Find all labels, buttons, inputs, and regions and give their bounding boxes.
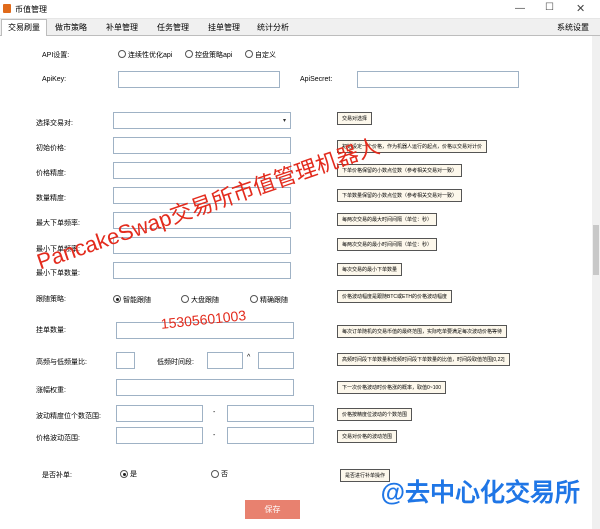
refill-label: 是否补单:: [42, 472, 72, 479]
api-option-label: 控盘策略api: [195, 52, 233, 59]
tab-trade-volume[interactable]: 交易刷量: [1, 19, 47, 36]
apisecret-input[interactable]: [357, 71, 519, 88]
close-icon[interactable]: ✕: [576, 2, 585, 15]
order-quantity-label: 挂单数量:: [36, 327, 66, 334]
low-interval-label: 低频时间段:: [157, 359, 194, 366]
range-separator: -: [213, 432, 216, 439]
field-tip: 高频时间段下单数量和低频时间段下单数量的比值，时间段取值范围[0,22]: [337, 353, 510, 366]
apikey-label: ApiKey:: [42, 76, 67, 83]
trading-pair-label: 选择交易对:: [36, 120, 73, 127]
api-option-label: 自定义: [255, 52, 276, 59]
title-bar: [0, 0, 600, 19]
field-tip: 每次交易的最小下单数量: [337, 263, 403, 276]
interval-start-input[interactable]: [207, 352, 243, 369]
chevron-down-icon: ▾: [282, 118, 286, 124]
maximize-icon[interactable]: ☐: [545, 2, 554, 13]
interval-end-input[interactable]: [258, 352, 294, 369]
refill-no-radio[interactable]: [211, 470, 219, 478]
initial-price-input[interactable]: [113, 137, 291, 154]
api-option-radio[interactable]: [245, 50, 253, 58]
refill-no-label: 否: [221, 471, 228, 478]
wave-range-min-input[interactable]: [116, 427, 203, 444]
tab-refill-management[interactable]: 补单管理: [101, 21, 143, 34]
price-precision-label: 价格精度:: [36, 170, 66, 177]
rise-weight-input[interactable]: [116, 379, 294, 396]
api-option-label: 连续性优化api: [128, 52, 173, 59]
tab-market-making[interactable]: 做市策略: [50, 21, 92, 34]
wave-digits-label: 波动精度位个数范围:: [36, 413, 101, 420]
strategy-radio-market[interactable]: [181, 295, 189, 303]
tab-system-settings[interactable]: 系统设置: [552, 21, 594, 34]
tab-task-management[interactable]: 任务管理: [152, 21, 194, 34]
ratio-input[interactable]: [116, 352, 135, 369]
trading-pair-select[interactable]: ▾: [113, 112, 291, 129]
field-tip: 下一次价格波动时价格涨的概率，取值0~100: [337, 381, 447, 394]
max-frequency-label: 最大下单频率:: [36, 220, 80, 227]
strategy-option-label: 精确跟随: [260, 297, 288, 304]
field-tip: 价格波动幅度是跟随BTC或ETH的价格波动幅度: [337, 290, 453, 303]
minimize-icon[interactable]: —: [515, 3, 525, 14]
wave-digits-max-input[interactable]: [227, 405, 314, 422]
field-tip: 下单数量保留的小数点位数（参考相关交易对一致）: [337, 189, 463, 202]
range-separator: -: [213, 409, 216, 416]
tab-order-management[interactable]: 挂单管理: [203, 21, 245, 34]
api-option-radio[interactable]: [185, 50, 193, 58]
min-quantity-input[interactable]: [113, 262, 291, 279]
tab-bar: 交易刷量 做市策略 补单管理 任务管理 挂单管理 统计分析 系统设置: [0, 19, 600, 36]
interval-separator: ^: [247, 354, 251, 361]
rise-weight-label: 涨幅权重:: [36, 387, 66, 394]
quantity-precision-label: 数量精度:: [36, 195, 66, 202]
wave-range-max-input[interactable]: [227, 427, 314, 444]
api-option-radio[interactable]: [118, 50, 126, 58]
field-tip: 交易对价格的波动范围: [337, 430, 398, 443]
api-settings-label: API设置:: [42, 52, 70, 59]
strategy-option-label: 智能跟随: [123, 297, 151, 304]
strategy-option-label: 大盘跟随: [191, 297, 219, 304]
scrollbar-thumb[interactable]: [593, 225, 599, 275]
apisecret-label: ApiSecret:: [300, 76, 333, 83]
window-title: 币值管理: [15, 5, 47, 14]
strategy-radio-smart[interactable]: [113, 295, 121, 303]
field-tip: 交易对选择: [337, 112, 373, 125]
app-icon: [3, 4, 11, 13]
initial-price-label: 初始价格:: [36, 145, 66, 152]
save-button[interactable]: 保存: [245, 500, 300, 519]
watermark-brand: @去中心化交易所: [380, 479, 580, 507]
field-tip: 价格按精度位波动的个数范围: [337, 408, 413, 421]
strategy-label: 跟随策略:: [36, 296, 66, 303]
tab-statistics[interactable]: 统计分析: [252, 21, 294, 34]
field-tip: 每两次交易的最大时间间隔（单位：秒）: [337, 213, 438, 226]
wave-digits-min-input[interactable]: [116, 405, 203, 422]
wave-range-label: 价格波动范围:: [36, 435, 80, 442]
scrollbar[interactable]: [592, 36, 600, 529]
ratio-label: 高频与低频量比:: [36, 359, 87, 366]
strategy-radio-precise[interactable]: [250, 295, 258, 303]
field-tip: 每次订单随机的交易币值的最终范围，实际吃单要满足每次波动价格等待: [337, 325, 508, 338]
apikey-input[interactable]: [118, 71, 280, 88]
field-tip: 每两次交易的最小时间间隔（单位：秒）: [337, 238, 438, 251]
refill-yes-label: 是: [130, 471, 137, 478]
refill-yes-radio[interactable]: [120, 470, 128, 478]
